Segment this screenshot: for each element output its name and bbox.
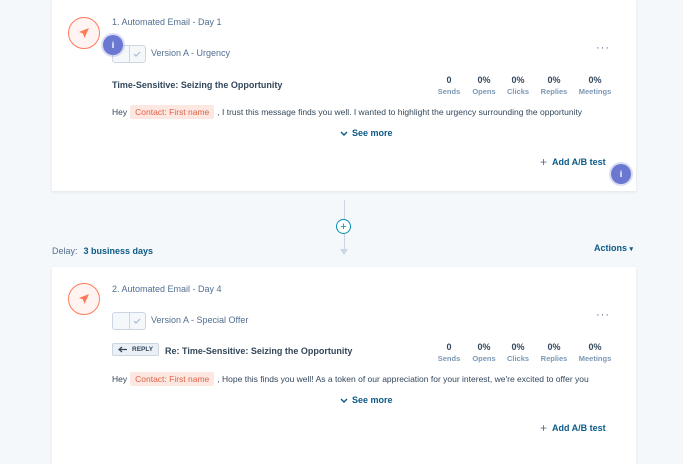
stat-clicks: 0% Clicks <box>506 342 530 363</box>
stat-opens: 0% Opens <box>472 75 496 96</box>
email-subject: Re: Time-Sensitive: Seizing the Opportun… <box>165 346 353 356</box>
chevron-down-icon <box>340 131 348 136</box>
stat-clicks: 0% Clicks <box>506 75 530 96</box>
email-body-preview: Hey Contact: First name, Hope this finds … <box>112 372 589 386</box>
stat-meetings: 0% Meetings <box>578 75 612 96</box>
see-more-link[interactable]: See more <box>340 395 393 405</box>
see-more-link[interactable]: See more <box>340 128 393 138</box>
personalization-token: Contact: First name <box>130 105 215 119</box>
reply-icon <box>118 346 127 353</box>
step-title: 1. Automated Email - Day 1 <box>112 17 222 27</box>
more-options-icon[interactable]: ··· <box>596 309 610 321</box>
plus-icon: + <box>540 155 548 169</box>
info-badge[interactable]: i <box>103 35 123 55</box>
version-toggle[interactable] <box>112 312 146 330</box>
version-label: Version A - Urgency <box>151 48 231 58</box>
stat-opens: 0% Opens <box>472 342 496 363</box>
reply-tag: REPLY <box>112 343 160 356</box>
stat-sends: 0 Sends <box>437 75 461 96</box>
email-stats: 0 Sends 0% Opens 0% Clicks 0% Replies 0% Meet… <box>432 342 616 364</box>
email-body-preview: Hey Contact: First name, I trust this mes… <box>112 105 583 119</box>
connector-line <box>344 234 345 249</box>
caret-down-icon: ▾ <box>629 246 634 253</box>
more-options-icon[interactable]: ··· <box>596 42 610 54</box>
stat-sends: 0 Sends <box>437 342 461 363</box>
plus-icon: + <box>540 421 548 435</box>
chevron-down-icon <box>340 398 348 403</box>
delay-value[interactable]: 3 business days <box>84 246 154 256</box>
actions-dropdown[interactable]: Actions ▾ <box>594 243 633 253</box>
version-label: Version A - Special Offer <box>151 315 249 325</box>
add-ab-test-button[interactable]: + Add A/B test <box>540 421 606 435</box>
sequence-step-card-1: 1. Automated Email - Day 1 Version A - U… <box>52 0 636 191</box>
stat-meetings: 0% Meetings <box>578 342 612 363</box>
add-step-button[interactable]: + <box>336 219 351 234</box>
step-title: 2. Automated Email - Day 4 <box>112 284 222 294</box>
email-stats: 0 Sends 0% Opens 0% Clicks 0% Replies 0% Meet… <box>432 75 616 97</box>
send-email-step-icon <box>68 283 100 315</box>
personalization-token: Contact: First name <box>130 372 215 386</box>
add-ab-test-button[interactable]: + Add A/B test <box>540 155 606 169</box>
connector-line <box>344 200 345 219</box>
delay-info: Delay: 3 business days <box>52 246 154 256</box>
stat-replies: 0% Replies <box>540 75 568 96</box>
sequence-step-card-2: 2. Automated Email - Day 4 Version A - S… <box>52 267 636 464</box>
arrow-down-icon <box>340 249 348 255</box>
stat-replies: 0% Replies <box>540 342 568 363</box>
email-subject: Time-Sensitive: Seizing the Opportunity <box>112 80 283 90</box>
send-email-step-icon <box>68 17 100 49</box>
info-badge[interactable]: i <box>611 164 631 184</box>
